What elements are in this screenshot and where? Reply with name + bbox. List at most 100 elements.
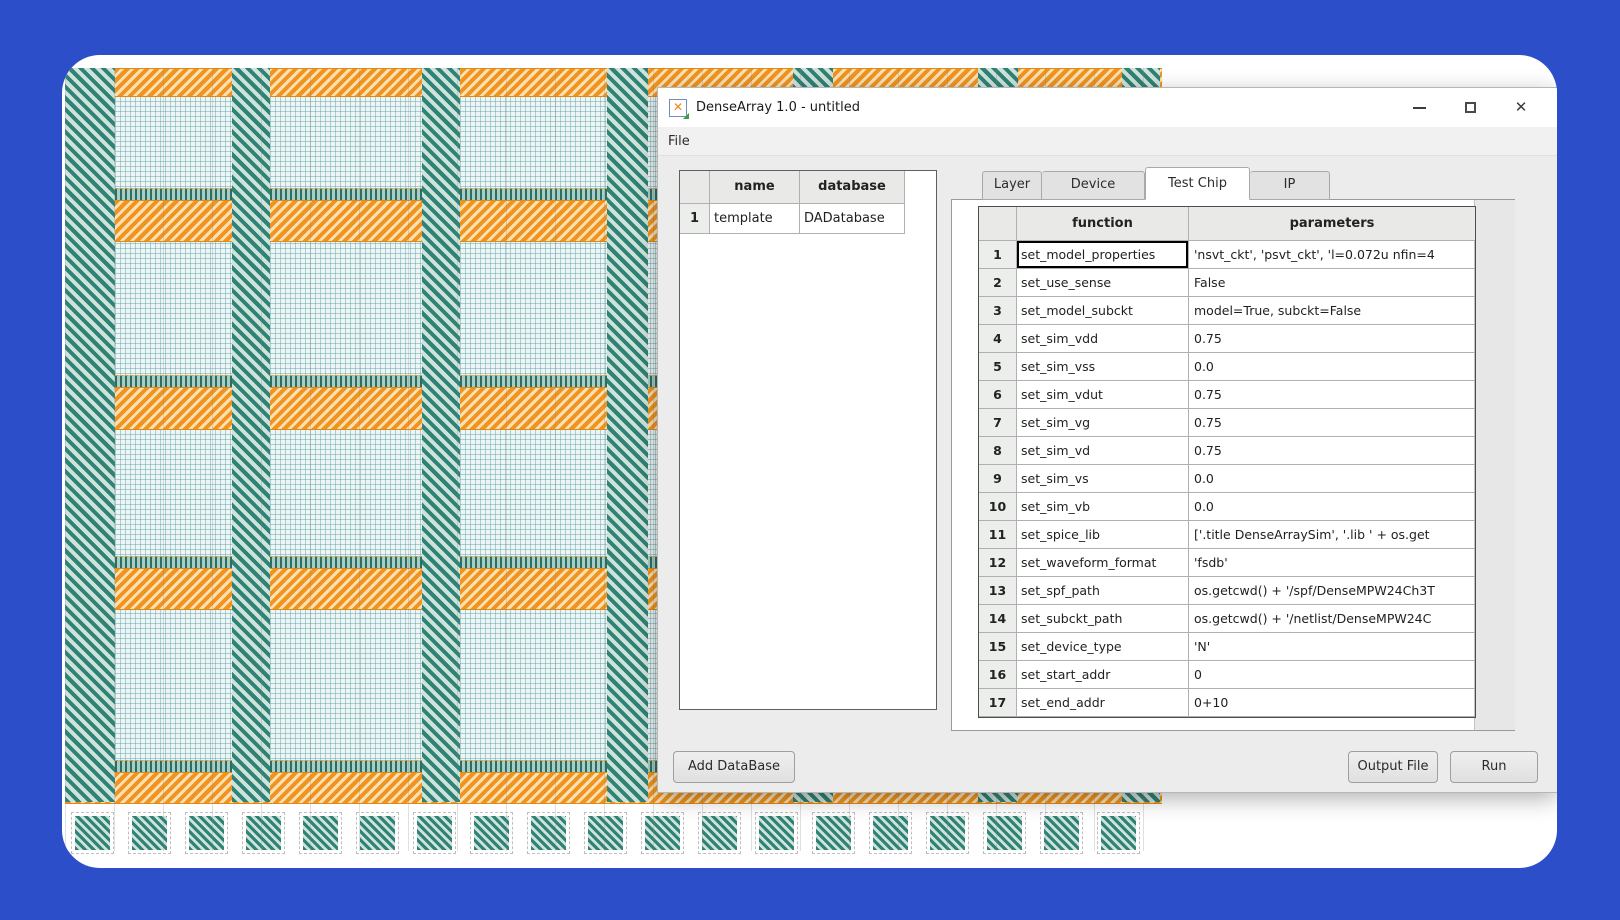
parameters-cell[interactable]: 0.75	[1189, 381, 1475, 409]
window-controls: ✕	[1404, 88, 1557, 127]
chip-rail-strip	[422, 68, 460, 802]
row-index-cell[interactable]: 8	[979, 437, 1017, 465]
function-cell[interactable]: set_sim_vss	[1017, 353, 1189, 381]
chip-io-pad	[930, 816, 965, 850]
row-index-cell[interactable]: 11	[979, 521, 1017, 549]
chip-io-pad	[873, 816, 908, 850]
function-table-scrollbar-track[interactable]	[1474, 200, 1515, 730]
function-cell[interactable]: set_spf_path	[1017, 577, 1189, 605]
add-database-button[interactable]: Add DataBase	[673, 751, 795, 783]
parameters-cell[interactable]: 0.75	[1189, 325, 1475, 353]
function-table-body: 1set_model_properties'nsvt_ckt', 'psvt_c…	[979, 241, 1475, 717]
close-button[interactable]: ✕	[1506, 93, 1536, 123]
function-table-row: 16set_start_addr0	[979, 661, 1475, 689]
row-index-cell[interactable]: 16	[979, 661, 1017, 689]
chip-io-pad	[417, 816, 452, 850]
parameters-cell[interactable]: 0.0	[1189, 493, 1475, 521]
menubar: File	[658, 127, 1557, 156]
parameters-column-header[interactable]: parameters	[1189, 207, 1475, 241]
function-cell[interactable]: set_spice_lib	[1017, 521, 1189, 549]
chip-rail-strip	[65, 68, 115, 802]
function-table: function parameters 1set_model_propertie…	[978, 206, 1476, 718]
tab-test-chip[interactable]: Test Chip	[1145, 167, 1250, 200]
name-column-header[interactable]: name	[710, 171, 800, 204]
row-index-cell[interactable]: 7	[979, 409, 1017, 437]
tab-device[interactable]: Device	[1042, 171, 1145, 200]
function-cell[interactable]: set_device_type	[1017, 633, 1189, 661]
chip-io-pad	[246, 816, 281, 850]
function-cell[interactable]: set_subckt_path	[1017, 605, 1189, 633]
function-cell[interactable]: set_sim_vg	[1017, 409, 1189, 437]
row-index-cell[interactable]: 13	[979, 577, 1017, 605]
row-index-cell[interactable]: 9	[979, 465, 1017, 493]
tab-bar: LayerDeviceTest ChipIP	[982, 167, 1330, 200]
row-index-cell[interactable]: 5	[979, 353, 1017, 381]
function-table-row: 3set_model_subcktmodel=True, subckt=Fals…	[979, 297, 1475, 325]
parameters-cell[interactable]: 'nsvt_ckt', 'psvt_ckt', 'l=0.072u nfin=4	[1189, 241, 1475, 269]
minimize-button[interactable]	[1404, 93, 1434, 123]
parameters-cell[interactable]: model=True, subckt=False	[1189, 297, 1475, 325]
chip-io-pad	[189, 816, 224, 850]
chip-io-pad	[360, 816, 395, 850]
chip-rail-strip	[232, 68, 270, 802]
function-cell[interactable]: set_sim_vs	[1017, 465, 1189, 493]
chip-io-pad	[474, 816, 509, 850]
function-table-row: 13set_spf_pathos.getcwd() + '/spf/DenseM…	[979, 577, 1475, 605]
function-cell[interactable]: set_end_addr	[1017, 689, 1189, 717]
parameters-cell[interactable]: False	[1189, 269, 1475, 297]
parameters-cell[interactable]: os.getcwd() + '/netlist/DenseMPW24C	[1189, 605, 1475, 633]
parameters-cell[interactable]: 0.75	[1189, 437, 1475, 465]
function-cell[interactable]: set_use_sense	[1017, 269, 1189, 297]
row-index-cell[interactable]: 1	[680, 204, 710, 234]
output-file-button[interactable]: Output File	[1348, 751, 1438, 783]
menu-file[interactable]: File	[658, 134, 700, 149]
function-cell[interactable]: set_model_properties	[1017, 241, 1189, 269]
tab-ip[interactable]: IP	[1250, 171, 1330, 200]
row-index-cell[interactable]: 17	[979, 689, 1017, 717]
database-cell[interactable]: DADatabase	[800, 204, 905, 234]
function-table-row: 11set_spice_lib['.title DenseArraySim', …	[979, 521, 1475, 549]
function-cell[interactable]: set_sim_vdd	[1017, 325, 1189, 353]
row-index-cell[interactable]: 4	[979, 325, 1017, 353]
run-button[interactable]: Run	[1450, 751, 1538, 783]
parameters-cell[interactable]: 'N'	[1189, 633, 1475, 661]
parameters-cell[interactable]: os.getcwd() + '/spf/DenseMPW24Ch3T	[1189, 577, 1475, 605]
function-cell[interactable]: set_sim_vb	[1017, 493, 1189, 521]
tab-layer[interactable]: Layer	[982, 171, 1042, 200]
function-cell[interactable]: set_start_addr	[1017, 661, 1189, 689]
function-cell[interactable]: set_sim_vdut	[1017, 381, 1189, 409]
corner-header-cell	[979, 207, 1017, 241]
row-index-cell[interactable]: 14	[979, 605, 1017, 633]
parameters-cell[interactable]: 0	[1189, 661, 1475, 689]
parameters-cell[interactable]: 0.0	[1189, 353, 1475, 381]
parameters-cell[interactable]: 0.0	[1189, 465, 1475, 493]
row-index-cell[interactable]: 3	[979, 297, 1017, 325]
chip-io-pad	[1101, 816, 1136, 850]
maximize-button[interactable]	[1455, 93, 1485, 123]
function-table-row: 15set_device_type'N'	[979, 633, 1475, 661]
row-index-cell[interactable]: 6	[979, 381, 1017, 409]
row-index-cell[interactable]: 1	[979, 241, 1017, 269]
database-panel: name database 1templateDADatabase	[679, 170, 937, 710]
row-index-cell[interactable]: 2	[979, 269, 1017, 297]
parameters-cell[interactable]: 'fsdb'	[1189, 549, 1475, 577]
test-chip-tab-page: function parameters 1set_model_propertie…	[951, 199, 1515, 731]
function-cell[interactable]: set_model_subckt	[1017, 297, 1189, 325]
database-column-header[interactable]: database	[800, 171, 905, 204]
titlebar[interactable]: ✕ DenseArray 1.0 - untitled ✕	[658, 88, 1557, 127]
parameters-cell[interactable]: 0.75	[1189, 409, 1475, 437]
function-column-header[interactable]: function	[1017, 207, 1189, 241]
function-cell[interactable]: set_waveform_format	[1017, 549, 1189, 577]
parameters-cell[interactable]: 0+10	[1189, 689, 1475, 717]
name-cell[interactable]: template	[710, 204, 800, 234]
row-index-cell[interactable]: 12	[979, 549, 1017, 577]
function-table-row: 5set_sim_vss0.0	[979, 353, 1475, 381]
parameters-cell[interactable]: ['.title DenseArraySim', '.lib ' + os.ge…	[1189, 521, 1475, 549]
row-index-cell[interactable]: 15	[979, 633, 1017, 661]
function-table-row: 10set_sim_vb0.0	[979, 493, 1475, 521]
row-index-cell[interactable]: 10	[979, 493, 1017, 521]
screenshot-root: { "app": { "title": "DenseArray 1.0 - un…	[0, 0, 1620, 920]
window-title: DenseArray 1.0 - untitled	[696, 100, 860, 115]
function-table-row: 1set_model_properties'nsvt_ckt', 'psvt_c…	[979, 241, 1475, 269]
function-cell[interactable]: set_sim_vd	[1017, 437, 1189, 465]
